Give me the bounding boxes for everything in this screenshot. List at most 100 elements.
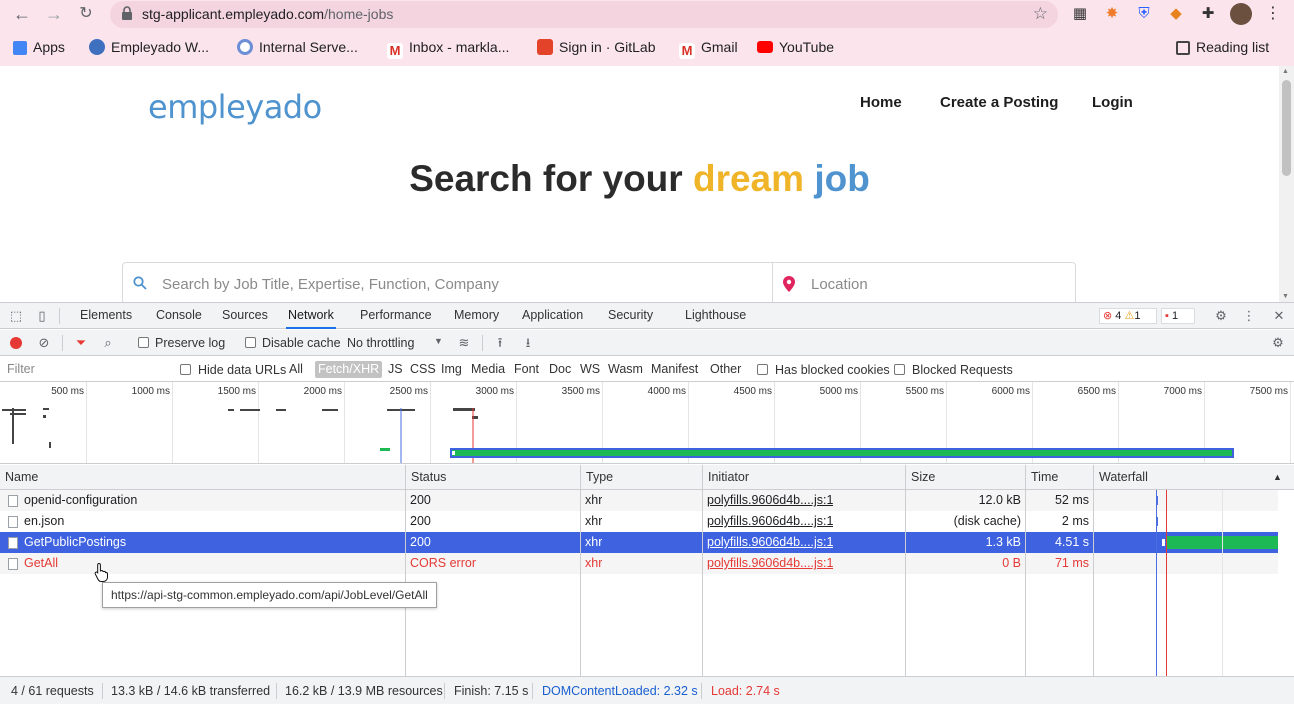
filter-type-all[interactable]: All [289,361,303,378]
column-time[interactable]: Time [1025,465,1093,490]
scroll-down-arrow[interactable]: ▼ [1282,293,1289,300]
bookmark-internal-server[interactable]: Internal Serve... [237,38,358,56]
browser-menu-icon[interactable]: ⋮ [1264,5,1282,23]
filter-type-css[interactable]: CSS [410,361,436,378]
scroll-up-arrow[interactable]: ▲ [1282,68,1289,75]
back-button[interactable]: ← [10,3,34,25]
hide-data-urls-checkbox[interactable] [180,364,191,375]
extension-orange-icon[interactable]: ✸ [1103,5,1121,23]
job-search-bar: Search by Job Title, Expertise, Function… [122,262,1076,302]
inspect-element-icon[interactable]: ⬚ [8,308,24,324]
filter-funnel-icon[interactable]: ⏷ [73,335,89,351]
extensions-puzzle-icon[interactable]: ✚ [1199,5,1217,23]
column-name[interactable]: Name [0,465,405,490]
devtools-settings-icon[interactable]: ⚙ [1213,308,1229,324]
request-name[interactable]: GetPublicPostings [24,532,402,553]
tab-memory[interactable]: Memory [452,303,501,329]
filter-type-fetch-xhr[interactable]: Fetch/XHR [315,361,383,378]
bookmark-youtube[interactable]: YouTube [757,38,834,56]
table-row-selected[interactable]: GetPublicPostings 200 xhr polyfills.9606… [0,532,1278,553]
bookmark-star-icon[interactable]: ☆ [1033,4,1048,24]
reload-button[interactable]: ↻ [74,3,98,25]
filter-input[interactable]: Filter [2,360,167,378]
bookmark-empleyado[interactable]: Empleyado W... [89,38,209,56]
tab-lighthouse[interactable]: Lighthouse [683,303,748,329]
tab-security[interactable]: Security [606,303,655,329]
request-name[interactable]: openid-configuration [24,490,402,511]
request-initiator[interactable]: polyfills.9606d4b....js:1 [707,511,833,532]
address-bar[interactable]: stg-applicant.empleyado.com/home-jobs ☆ [110,1,1058,28]
tab-sources[interactable]: Sources [220,303,270,329]
column-type[interactable]: Type [580,465,702,490]
bookmark-gmail[interactable]: M Gmail [679,38,738,59]
request-name[interactable]: GetAll [24,553,402,574]
grid-extension-icon[interactable]: ▦ [1071,5,1089,23]
table-row[interactable]: GetAll CORS error xhr polyfills.9606d4b.… [0,553,1278,574]
has-blocked-cookies-checkbox[interactable] [757,364,768,375]
table-row[interactable]: openid-configuration 200 xhr polyfills.9… [0,490,1278,511]
filter-type-ws[interactable]: WS [580,361,600,378]
error-warning-badge[interactable]: ⊗ 4 ⚠1 [1099,308,1157,324]
filter-type-js[interactable]: JS [388,361,403,378]
reading-list-label: Reading list [1196,39,1270,55]
request-initiator[interactable]: polyfills.9606d4b....js:1 [707,532,833,553]
clear-icon[interactable]: ⊘ [36,335,52,351]
column-waterfall[interactable]: Waterfall [1093,465,1278,490]
job-search-input[interactable]: Search by Job Title, Expertise, Function… [162,276,499,293]
network-overview[interactable]: 500 ms 1000 ms 1500 ms 2000 ms 2500 ms 3… [0,382,1294,464]
page-scrollbar[interactable]: ▲ ▼ [1279,66,1294,302]
issues-icon: ▪ [1165,310,1169,322]
tab-elements[interactable]: Elements [78,303,134,329]
tab-performance[interactable]: Performance [358,303,434,329]
filter-type-img[interactable]: Img [441,361,462,378]
site-logo[interactable]: empleyado [148,88,322,126]
nav-home[interactable]: Home [860,94,902,111]
tab-divider [59,308,60,324]
preserve-log-checkbox[interactable] [138,337,149,348]
devtools-close-icon[interactable]: ✕ [1271,308,1287,324]
filter-type-doc[interactable]: Doc [549,361,571,378]
import-har-icon[interactable]: ⭱ [492,335,508,351]
record-icon[interactable] [10,337,22,349]
network-conditions-icon[interactable]: ≋ [456,335,472,351]
scrollbar-thumb[interactable] [1282,80,1291,176]
sort-ascending-icon[interactable]: ▲ [1273,472,1282,482]
tab-console[interactable]: Console [154,303,204,329]
bookmark-gitlab[interactable]: Sign in · GitLab [537,38,656,56]
column-size[interactable]: Size [905,465,1025,490]
location-input[interactable]: Location [811,276,868,293]
network-settings-icon[interactable]: ⚙ [1270,335,1286,351]
issues-badge[interactable]: ▪ 1 [1161,308,1195,324]
forward-button[interactable]: → [42,3,66,25]
request-initiator[interactable]: polyfills.9606d4b....js:1 [707,490,833,511]
throttling-select[interactable]: No throttling [347,336,414,350]
filter-type-font[interactable]: Font [514,361,539,378]
extension-shield-icon[interactable]: ⛨ [1135,5,1153,23]
request-type: xhr [585,493,603,507]
table-row[interactable]: en.json 200 xhr polyfills.9606d4b....js:… [0,511,1278,532]
filter-type-media[interactable]: Media [471,361,505,378]
tab-application[interactable]: Application [520,303,585,329]
column-initiator[interactable]: Initiator [702,465,905,490]
filter-type-wasm[interactable]: Wasm [608,361,643,378]
export-har-icon[interactable]: ⭳ [520,335,536,351]
column-status[interactable]: Status [405,465,580,490]
reading-list-button[interactable]: Reading list [1176,38,1269,56]
nav-login[interactable]: Login [1092,94,1133,111]
devtools-more-icon[interactable]: ⋮ [1241,308,1257,324]
request-initiator[interactable]: polyfills.9606d4b....js:1 [707,553,833,574]
blocked-requests-checkbox[interactable] [894,364,905,375]
filter-type-manifest[interactable]: Manifest [651,361,698,378]
search-icon[interactable]: ⌕ [100,335,116,351]
bookmark-inbox[interactable]: M Inbox - markla... [387,38,509,59]
profile-avatar[interactable] [1230,3,1252,25]
error-count: 4 [1115,310,1122,322]
metamask-icon[interactable]: ◆ [1167,5,1185,23]
device-toolbar-icon[interactable]: ▯ [34,308,50,324]
filter-type-other[interactable]: Other [710,361,741,378]
bookmark-apps[interactable]: Apps [13,38,65,56]
disable-cache-checkbox[interactable] [245,337,256,348]
nav-create-posting[interactable]: Create a Posting [940,94,1058,111]
request-name[interactable]: en.json [24,511,402,532]
tab-network[interactable]: Network [286,303,336,329]
